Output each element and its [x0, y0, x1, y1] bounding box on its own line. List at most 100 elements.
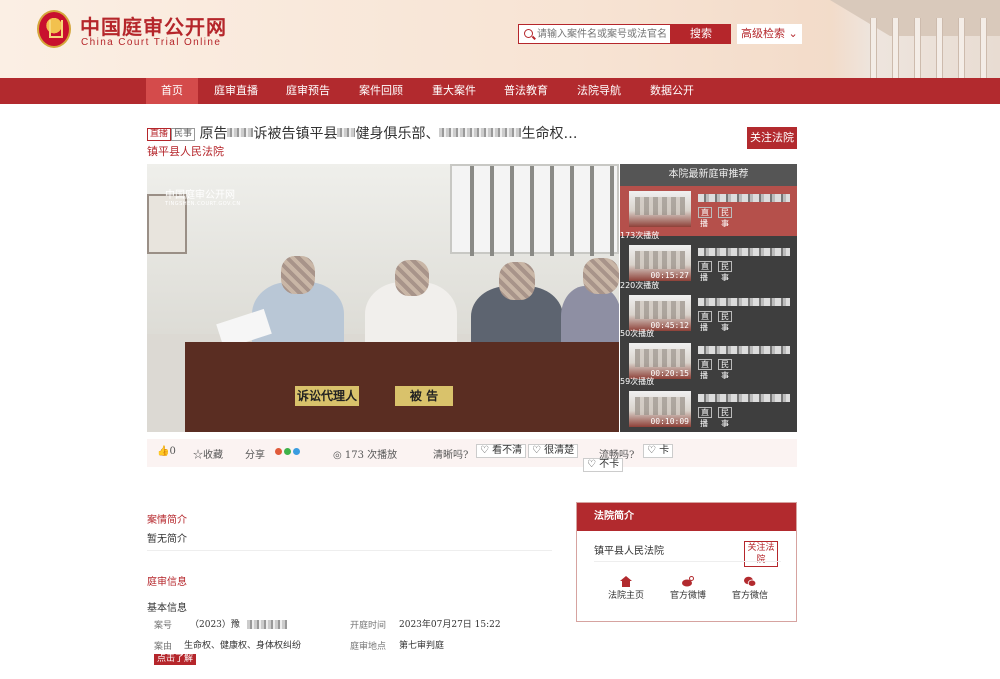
advanced-search-dropdown[interactable]: 高级检索 ⌄ — [737, 24, 802, 44]
live-tag: 直播 — [147, 128, 172, 141]
play-count: 59次播放 — [620, 377, 655, 386]
share-label: 分享 — [245, 450, 265, 461]
summary-title: 案情简介 — [147, 515, 187, 526]
clarity-question: 清晰吗? — [433, 450, 469, 461]
court-wechat-link[interactable]: 官方微信 — [725, 576, 775, 602]
case-title-text-4: 生命权… — [521, 126, 578, 142]
like-button[interactable]: 👍0 — [157, 446, 176, 457]
wechat-share-icon[interactable] — [284, 448, 291, 455]
court-weibo-link[interactable]: 官方微博 — [663, 576, 713, 602]
search-input[interactable] — [537, 26, 669, 42]
duration: 00:10:09 — [650, 417, 689, 426]
tag-live-2: 播 — [700, 273, 708, 282]
tag-live-2: 播 — [700, 219, 708, 228]
follow-court-button[interactable]: 关注法院 — [747, 127, 797, 149]
duration: 00:20:15 — [650, 369, 689, 378]
search-button[interactable]: 搜索 — [671, 24, 731, 44]
court-intro-follow-button[interactable]: 关注法院 — [744, 541, 778, 567]
video-thumbnail: 00:20:15 — [629, 343, 691, 379]
nav-preview[interactable]: 庭审预告 — [277, 78, 339, 104]
trial-info-title: 庭审信息 — [147, 577, 187, 588]
tag-live-2: 播 — [700, 323, 708, 332]
recommend-title: 本院最新庭审推荐 — [620, 164, 797, 186]
weibo-share-icon[interactable] — [275, 448, 282, 455]
video-thumbnail: 00:10:09 — [629, 391, 691, 427]
tag-civil: 民 — [718, 311, 732, 322]
case-title-text-2: 诉被告镇平县 — [253, 126, 338, 142]
cause-label: 案由 — [154, 642, 173, 652]
learn-more-button[interactable]: 点击了解 — [154, 654, 197, 665]
tag-live: 直 — [698, 261, 712, 272]
tag-civil-2: 事 — [721, 273, 729, 282]
duration: 00:45:12 — [650, 321, 689, 330]
vote-unclear-button[interactable]: ♡ 看不清 — [476, 444, 527, 458]
nav-live[interactable]: 庭审直播 — [205, 78, 267, 104]
court-building-image — [830, 0, 1000, 78]
recommend-sidebar: 本院最新庭审推荐 直民 播事 173次播放 00:15:27 直民 播事 220… — [620, 164, 797, 432]
video-player[interactable]: 中国庭审公开网 TINGSHEN.COURT.GOV.CN 诉讼代理人 被 告 — [147, 164, 619, 432]
main-nav: 首页 庭审直播 庭审预告 案件回顾 重大案件 普法教育 法院导航 数据公开 — [0, 78, 1000, 104]
redacted-text — [698, 194, 790, 202]
court-intro-title: 法院简介 — [577, 503, 796, 531]
smooth-question: 流畅吗? — [599, 450, 635, 461]
play-count: 173次播放 — [620, 231, 660, 240]
trial-time-label: 开庭时间 — [350, 621, 387, 631]
recommend-item[interactable]: 59次播放 00:10:09 直民 播 事 — [620, 377, 797, 432]
video-thumbnail: 00:15:27 — [629, 245, 691, 281]
tag-live: 直 — [698, 311, 712, 322]
tag-civil-2: 事 — [721, 371, 729, 380]
site-header: 中国庭审公开网 China Court Trial Online 搜索 高级检索… — [0, 0, 1000, 78]
redacted-text — [698, 394, 790, 402]
court-name-link[interactable]: 镇平县人民法院 — [147, 143, 224, 159]
case-no-value: （2023）豫 — [190, 620, 240, 630]
tag-live-2: 播 — [700, 371, 708, 380]
redacted-text — [698, 346, 790, 354]
home-icon — [620, 576, 632, 587]
vote-clear-button[interactable]: ♡ 很清楚 — [528, 444, 579, 458]
trial-place-value: 第七审判庭 — [399, 641, 445, 651]
redacted-text — [227, 128, 254, 137]
trial-time-value: 2023年07月27日 15:22 — [399, 620, 501, 630]
nav-review[interactable]: 案件回顾 — [350, 78, 412, 104]
tag-civil: 民 — [718, 261, 732, 272]
site-logo-title[interactable]: 中国庭审公开网 — [80, 11, 227, 40]
video-thumbnail: 00:45:12 — [629, 295, 691, 331]
court-intro-name[interactable]: 镇平县人民法院 — [594, 542, 664, 557]
court-intro-panel: 法院简介 镇平县人民法院 关注法院 法院主页 官方微博 官方微信 — [576, 502, 797, 622]
nav-open-data[interactable]: 数据公开 — [641, 78, 703, 104]
vote-lag-button[interactable]: ♡ 卡 — [643, 444, 674, 458]
nav-home[interactable]: 首页 — [146, 78, 198, 104]
tag-civil: 民 — [718, 359, 732, 370]
basic-info-label: 基本信息 — [147, 603, 187, 614]
redacted-text — [698, 298, 790, 306]
court-weibo-label: 官方微博 — [669, 591, 706, 601]
share-icons[interactable] — [275, 447, 302, 458]
redacted-text — [337, 128, 356, 137]
play-count: 220次播放 — [620, 281, 660, 290]
video-thumbnail — [629, 191, 691, 227]
court-home-label: 法院主页 — [607, 591, 644, 601]
nav-court-navigation[interactable]: 法院导航 — [568, 78, 630, 104]
divider — [147, 550, 552, 551]
redacted-text — [439, 128, 522, 137]
recommend-item[interactable]: 直民 播 事 — [620, 186, 797, 236]
tag-civil-2: 事 — [721, 219, 729, 228]
summary-text: 暂无简介 — [147, 534, 187, 545]
court-wechat-label: 官方微信 — [731, 591, 768, 601]
court-home-link[interactable]: 法院主页 — [601, 576, 651, 602]
collect-button[interactable]: ☆收藏 — [193, 446, 223, 461]
play-count: 50次播放 — [620, 329, 655, 338]
case-no-label: 案号 — [154, 621, 173, 631]
tag-live: 直 — [698, 407, 712, 418]
nav-legal-education[interactable]: 普法教育 — [495, 78, 557, 104]
wechat-icon — [744, 576, 756, 587]
trial-place-label: 庭审地点 — [350, 642, 387, 652]
redacted-text — [698, 248, 790, 256]
civil-tag: 民事 — [171, 128, 196, 141]
weibo-icon — [682, 576, 694, 587]
case-title-text-3: 健身俱乐部、 — [355, 126, 440, 142]
qq-share-icon[interactable] — [293, 448, 300, 455]
nav-major-cases[interactable]: 重大案件 — [423, 78, 485, 104]
video-controls-bar: 👍0 ☆收藏 分享 ◎ 173 次播放 清晰吗? ♡ 看不清 ♡ 很清楚 ♡ 不… — [147, 439, 797, 472]
tag-civil-2: 事 — [721, 323, 729, 332]
